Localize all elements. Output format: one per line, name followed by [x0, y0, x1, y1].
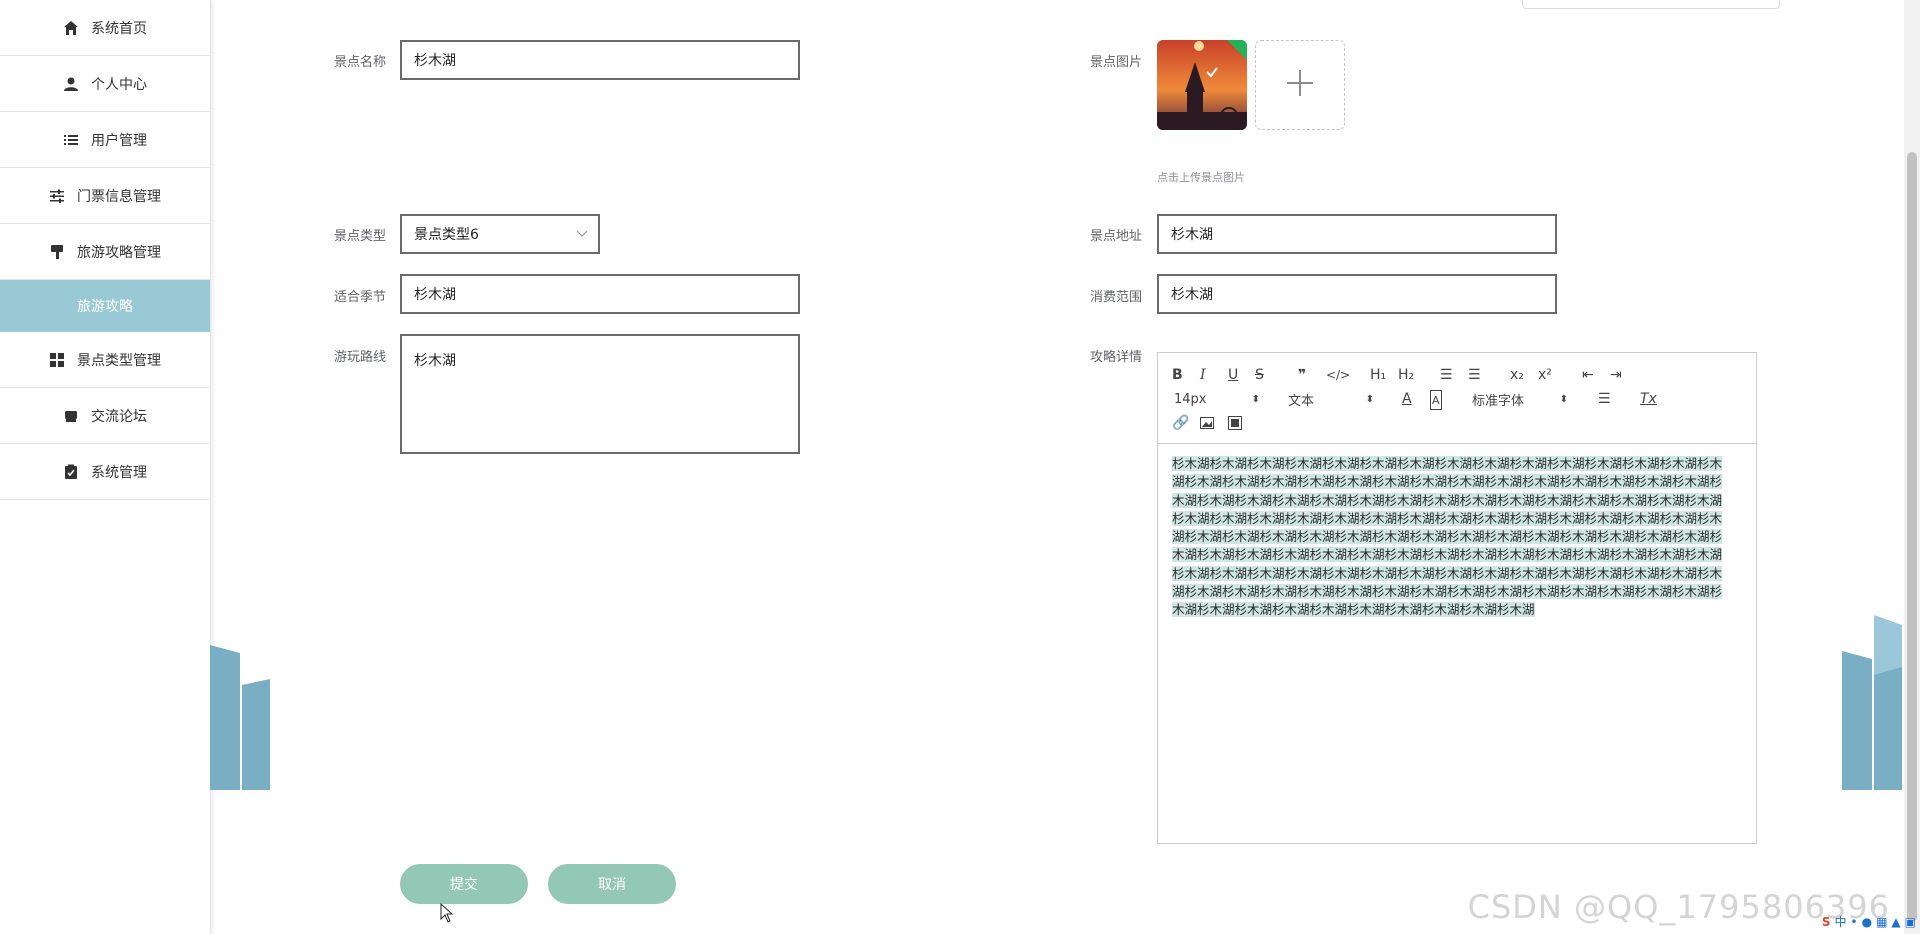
clear-format-icon[interactable]: Tx [1640, 390, 1657, 408]
ime-mic-icon[interactable]: ● [1862, 915, 1872, 929]
sidebar-item-label: 系统首页 [91, 20, 147, 37]
font-family-select[interactable]: 标准字体 ⬍ [1472, 390, 1568, 409]
block-type-select[interactable]: 文本 ⬍ [1288, 390, 1374, 409]
sidebar-subitem-guides[interactable]: 旅游攻略 [0, 280, 210, 332]
ime-menu-icon[interactable]: ▣ [1905, 915, 1916, 929]
sidebar-item-label: 门票信息管理 [77, 188, 161, 205]
block-type-value: 文本 [1288, 393, 1315, 409]
superscript-icon[interactable]: x² [1538, 366, 1552, 384]
updown-icon: ⬍ [1365, 393, 1374, 405]
sidebar-item-label: 用户管理 [91, 132, 147, 149]
bold-icon[interactable]: B [1172, 366, 1183, 384]
user-icon [63, 76, 79, 92]
submit-button[interactable]: 提交 [400, 864, 528, 904]
home-icon [63, 20, 79, 36]
uploaded-image-thumbnail[interactable] [1157, 40, 1247, 130]
font-size-select[interactable]: 14px ⬍ [1174, 390, 1260, 408]
spot-address-label: 景点地址 [1090, 229, 1143, 244]
plus-icon [1285, 68, 1315, 102]
route-label: 游玩路线 [334, 350, 387, 365]
brush-icon [49, 244, 65, 260]
bullet-list-icon[interactable]: ☰ [1468, 366, 1481, 384]
sidebar-subitem-label: 旅游攻略 [77, 299, 133, 315]
sidebar-item-system[interactable]: 系统管理 [0, 444, 210, 500]
spot-address-input[interactable]: 杉木湖 [1157, 214, 1557, 254]
sidebar-item-label: 个人中心 [91, 76, 147, 93]
text-color-icon[interactable]: A [1402, 390, 1412, 408]
sidebar-item-guides[interactable]: 旅游攻略管理 [0, 224, 210, 280]
season-label: 适合季节 [334, 290, 387, 305]
detail-label: 攻略详情 [1090, 350, 1143, 365]
spot-name-label: 景点名称 [334, 55, 387, 70]
ime-skin-icon[interactable]: ▲ [1891, 915, 1900, 929]
decoration-left [210, 645, 270, 790]
align-icon[interactable]: ☰ [1598, 390, 1611, 408]
ime-chinese-mode-icon[interactable]: 中 [1835, 913, 1847, 930]
sidebar-item-label: 交流论坛 [91, 408, 147, 425]
ime-keyboard-icon[interactable]: ▦ [1876, 915, 1887, 929]
blockquote-icon[interactable]: ❞ [1298, 366, 1306, 384]
sidebar-item-label: 旅游攻略管理 [77, 244, 161, 261]
route-textarea[interactable]: 杉木湖 [400, 334, 800, 454]
message-icon [63, 408, 79, 424]
spot-name-input[interactable]: 杉木湖 [400, 40, 800, 80]
ordered-list-icon[interactable]: ☰ [1440, 366, 1453, 384]
ime-toolbar: S 中 • ● ▦ ▲ ▣ [1822, 913, 1916, 930]
chevron-down-icon [576, 226, 588, 242]
top-floating-panel [1522, 0, 1780, 9]
season-input[interactable]: 杉木湖 [400, 274, 800, 314]
strike-icon[interactable]: S [1255, 366, 1264, 384]
sliders-icon [49, 188, 65, 204]
updown-icon: ⬍ [1251, 393, 1260, 405]
clipboard-icon [63, 464, 79, 480]
heading2-icon[interactable]: H₂ [1398, 366, 1414, 384]
rich-text-editor[interactable]: B I U S ❞ </> H₁ H₂ ☰ ☰ x₂ x² ⇤ ⇥ 14px ⬍… [1157, 352, 1757, 844]
updown-icon: ⬍ [1559, 393, 1568, 405]
background-color-icon[interactable]: A [1430, 390, 1442, 410]
ime-punct-icon[interactable]: • [1851, 915, 1858, 929]
decoration-right [1842, 615, 1902, 790]
spot-type-select[interactable]: 景点类型6 [400, 214, 600, 254]
sidebar-item-profile[interactable]: 个人中心 [0, 56, 210, 112]
indent-icon[interactable]: ⇥ [1610, 366, 1622, 384]
font-size-value: 14px [1174, 391, 1207, 407]
sidebar-item-spot-types[interactable]: 景点类型管理 [0, 332, 210, 388]
code-block-icon[interactable]: </> [1326, 366, 1350, 384]
editor-toolbar: B I U S ❞ </> H₁ H₂ ☰ ☰ x₂ x² ⇤ ⇥ 14px ⬍… [1158, 353, 1756, 444]
grid-icon [49, 352, 65, 368]
spot-type-label: 景点类型 [334, 229, 387, 244]
sidebar-item-home[interactable]: 系统首页 [0, 0, 210, 56]
editor-content[interactable]: 杉木湖杉木湖杉木湖杉木湖杉木湖杉木湖杉木湖杉木湖杉木湖杉木湖杉木湖杉木湖杉木湖杉… [1172, 455, 1732, 620]
mouse-cursor [440, 903, 454, 923]
image-icon[interactable] [1200, 414, 1214, 432]
underline-icon[interactable]: U [1228, 366, 1238, 384]
spot-image-label: 景点图片 [1090, 55, 1143, 70]
italic-icon[interactable]: I [1200, 366, 1206, 384]
ime-logo-icon[interactable]: S [1822, 915, 1831, 929]
spot-type-value: 景点类型6 [414, 227, 479, 243]
cancel-button[interactable]: 取消 [548, 864, 676, 904]
video-icon[interactable] [1228, 414, 1242, 432]
upload-hint: 点击上传景点图片 [1157, 171, 1245, 184]
subscript-icon[interactable]: x₂ [1510, 366, 1524, 384]
sidebar-item-tickets[interactable]: 门票信息管理 [0, 168, 210, 224]
cost-input[interactable]: 杉木湖 [1157, 274, 1557, 314]
list-icon [63, 132, 79, 148]
outdent-icon[interactable]: ⇤ [1582, 366, 1594, 384]
editor-text: 杉木湖杉木湖杉木湖杉木湖杉木湖杉木湖杉木湖杉木湖杉木湖杉木湖杉木湖杉木湖杉木湖杉… [1172, 456, 1723, 618]
scrollbar-thumb[interactable] [1907, 152, 1917, 922]
upload-add-button[interactable] [1255, 40, 1345, 130]
heading1-icon[interactable]: H₁ [1370, 366, 1386, 384]
link-icon[interactable]: 🔗 [1172, 414, 1189, 432]
sidebar-item-label: 系统管理 [91, 464, 147, 481]
sidebar-item-users[interactable]: 用户管理 [0, 112, 210, 168]
sidebar: 系统首页 个人中心 用户管理 门票信息管理 旅游攻略管理 旅游攻略 景点类型管理 [0, 0, 211, 934]
font-family-value: 标准字体 [1472, 393, 1525, 409]
cost-label: 消费范围 [1090, 290, 1143, 305]
sidebar-item-label: 景点类型管理 [77, 352, 161, 369]
sidebar-item-forum[interactable]: 交流论坛 [0, 388, 210, 444]
